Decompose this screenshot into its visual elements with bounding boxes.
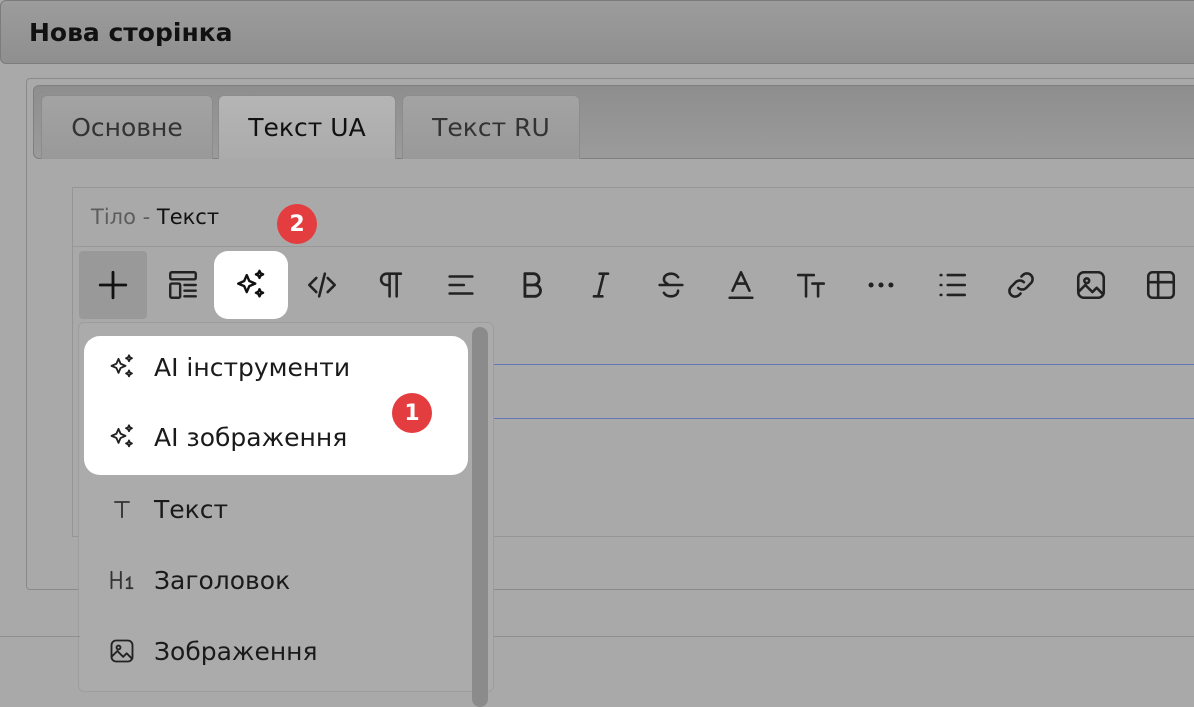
tab-basic[interactable]: Основне	[41, 95, 213, 159]
field-label-main: Текст	[156, 205, 220, 229]
image-icon	[1076, 270, 1106, 300]
align-left-icon	[448, 275, 474, 295]
list-button[interactable]	[917, 251, 987, 319]
italic-icon	[592, 272, 610, 298]
menu-item-label: Заголовок	[154, 565, 291, 595]
link-icon	[1008, 272, 1034, 298]
tab-text-ru[interactable]: Текст RU	[402, 95, 580, 159]
font-color-icon	[728, 270, 754, 300]
font-size-icon	[796, 273, 826, 298]
sparkles-icon	[106, 351, 138, 383]
step-badge-2: 2	[277, 204, 317, 244]
table-button[interactable]	[1126, 251, 1194, 319]
field-label: Тіло - Текст	[91, 205, 219, 229]
menu-item-label: Зображення	[154, 636, 318, 666]
divider	[494, 636, 1194, 637]
menu-item-image[interactable]: Зображення	[106, 631, 318, 671]
step-badge-1: 1	[392, 393, 432, 433]
code-button[interactable]	[287, 251, 357, 319]
menu-item-ai-image[interactable]: AI зображення	[106, 417, 347, 457]
sparkles-icon	[106, 421, 138, 453]
more-button[interactable]	[846, 251, 916, 319]
menu-item-ai-tools[interactable]: AI інструменти	[106, 347, 350, 387]
menu-item-heading[interactable]: Заголовок	[106, 560, 290, 600]
page-title: Нова сторінка	[29, 18, 233, 47]
content-divider	[494, 364, 1194, 365]
more-icon	[868, 282, 894, 288]
image-button[interactable]	[1056, 251, 1126, 319]
strikethrough-icon	[658, 272, 684, 298]
list-icon	[939, 273, 967, 297]
align-button[interactable]	[426, 251, 496, 319]
menu-scrollbar[interactable]	[472, 327, 488, 707]
field-label-separator: -	[135, 205, 157, 229]
menu-item-label: AI зображення	[154, 422, 348, 452]
field-label-prefix: Тіло	[91, 205, 136, 229]
bold-button[interactable]	[497, 251, 567, 319]
block-format-button[interactable]	[148, 251, 218, 319]
bold-icon	[523, 272, 542, 298]
paragraph-icon	[379, 272, 403, 298]
ai-tools-button[interactable]	[214, 251, 288, 319]
plus-icon	[98, 270, 128, 300]
font-size-button[interactable]	[776, 251, 846, 319]
menu-item-label: Текст	[154, 494, 229, 524]
text-icon	[106, 493, 138, 525]
divider	[0, 636, 80, 637]
toolbar-top-border	[73, 246, 1194, 247]
italic-button[interactable]	[566, 251, 636, 319]
image-icon	[106, 635, 138, 667]
code-icon	[307, 272, 337, 298]
heading-icon	[106, 564, 138, 596]
tab-text-ua[interactable]: Текст UA	[218, 95, 396, 159]
content-divider	[494, 418, 1194, 419]
font-color-button[interactable]	[706, 251, 776, 319]
page-header: Нова сторінка	[0, 0, 1194, 64]
strikethrough-button[interactable]	[636, 251, 706, 319]
paragraph-button[interactable]	[356, 251, 426, 319]
sparkles-icon	[237, 269, 265, 298]
table-icon	[1146, 270, 1176, 300]
menu-item-label: AI інструменти	[154, 352, 351, 382]
link-button[interactable]	[986, 251, 1056, 319]
insert-block-button[interactable]	[79, 251, 147, 319]
menu-item-text[interactable]: Текст	[106, 489, 228, 529]
blocks-icon	[169, 271, 197, 299]
